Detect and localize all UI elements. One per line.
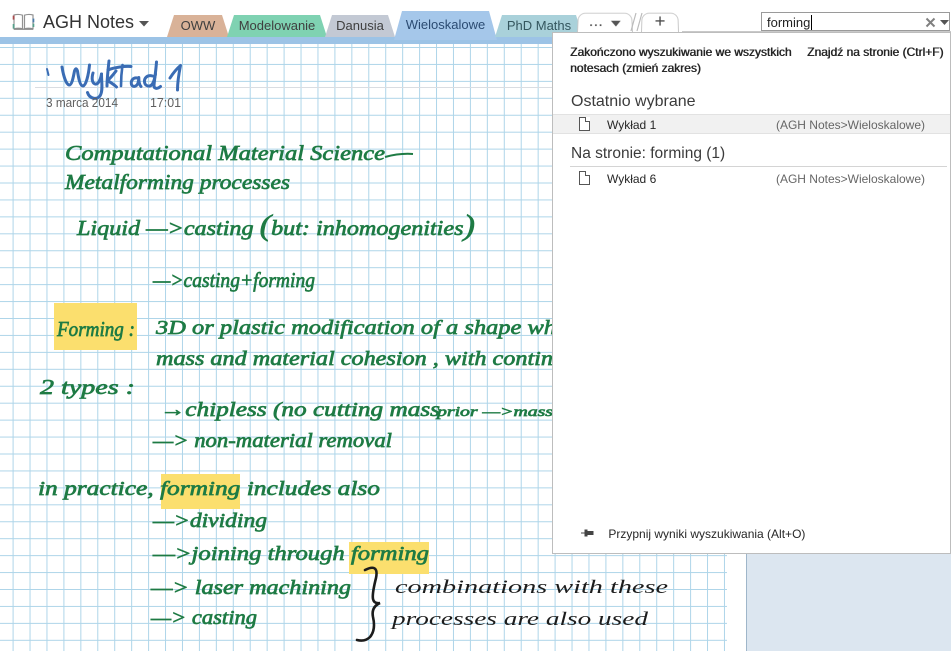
svg-text:combinations with these: combinations with these — [395, 577, 668, 598]
svg-text:3 marca 2014: 3 marca 2014 — [46, 95, 118, 110]
svg-text:—>dividing: —>dividing — [152, 510, 267, 532]
svg-text:Liquid —>casting (but: inhomog: Liquid —>casting (but: inhomogenities) — [76, 209, 475, 242]
svg-text:in practice, forming includes: in practice, forming includes also — [38, 478, 380, 500]
svg-text:—>casting+forming: —>casting+forming — [152, 268, 315, 292]
svg-text:Forming :: Forming : — [56, 317, 135, 341]
svg-text:—> casting: —> casting — [150, 607, 257, 629]
svg-text:17:01: 17:01 — [150, 95, 181, 110]
svg-text:Metalforming processes: Metalforming processes — [64, 170, 290, 194]
svg-text:3D or plastic modification of: 3D or plastic modification of a shape wh — [155, 317, 556, 339]
svg-text:—> non-material removal: —> non-material removal — [152, 430, 393, 452]
svg-text:Computational Material Science: Computational Material Science — [65, 141, 385, 165]
svg-text:mass and material cohesion , w: mass and material cohesion , with contin — [156, 348, 553, 370]
svg-text:—>joining through forming: —>joining through forming — [152, 543, 429, 565]
svg-text:2 types :: 2 types : — [40, 375, 135, 399]
svg-text:→chipless (no cutting mass: →chipless (no cutting mass — [160, 399, 440, 421]
svg-text:prior —>mass: prior —>mass — [436, 405, 554, 420]
svg-text:processes are also used: processes are also used — [389, 609, 649, 630]
svg-text:—> laser machining: —> laser machining — [150, 577, 351, 599]
